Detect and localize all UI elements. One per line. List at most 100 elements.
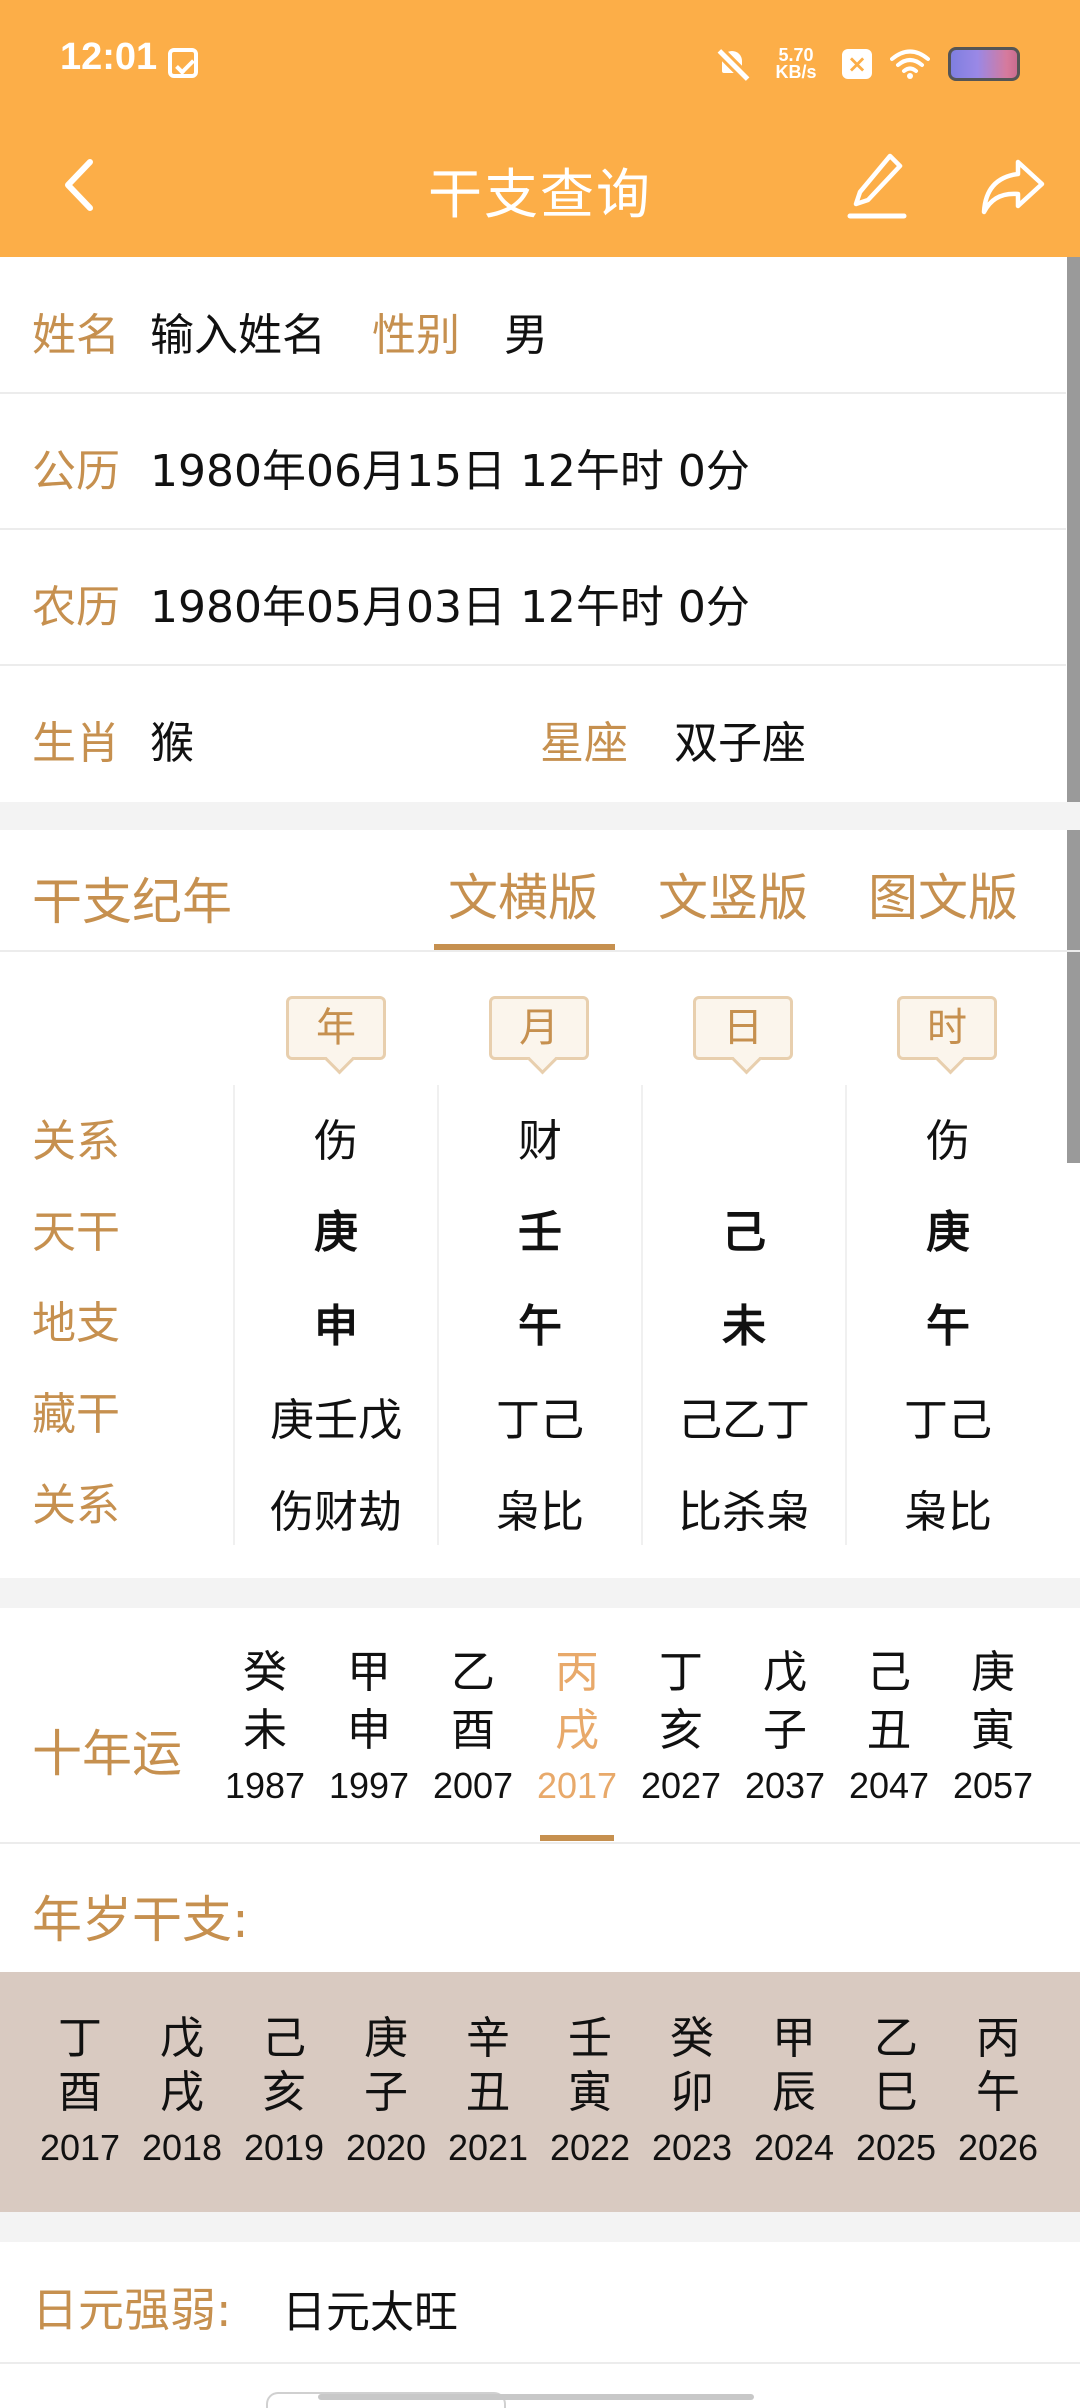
- decade-branch: 未: [243, 1705, 287, 1756]
- tab-graphic-text[interactable]: 图文版: [868, 858, 1018, 930]
- decade-item[interactable]: 庚 寅 2057: [943, 1644, 1043, 1812]
- cell-hour-hidden: 丁己: [904, 1395, 992, 1446]
- section-gap: [0, 2212, 1080, 2242]
- annual-item[interactable]: 乙 巳 2025: [846, 2012, 946, 2176]
- pillar-header-day: 日: [693, 996, 793, 1060]
- tab-horizontal-text[interactable]: 文横版: [448, 858, 598, 930]
- decade-branch: 酉: [451, 1705, 495, 1756]
- annual-year: 2026: [957, 2127, 1039, 2168]
- decade-branch: 丑: [867, 1705, 911, 1756]
- decade-stem: 庚: [971, 1647, 1015, 1698]
- cell-day-branch: 未: [722, 1301, 766, 1352]
- decade-branch: 寅: [971, 1705, 1015, 1756]
- annual-item[interactable]: 壬 寅 2022: [540, 2012, 640, 2176]
- decade-item[interactable]: 乙 酉 2007: [423, 1644, 523, 1812]
- gender-value[interactable]: 男: [504, 299, 548, 363]
- annual-branch: 卯: [670, 2067, 714, 2118]
- annual-branch: 寅: [568, 2067, 612, 2118]
- zodiac-label: 生肖: [32, 718, 120, 769]
- annual-year: 2022: [549, 2127, 631, 2168]
- annual-item[interactable]: 戊 戌 2018: [132, 2012, 232, 2176]
- annual-item[interactable]: 甲 辰 2024: [744, 2012, 844, 2176]
- cell-year-hidden-relation: 伤财劫: [270, 1487, 402, 1538]
- cell-day-hidden: 己乙丁: [678, 1395, 810, 1446]
- section-gap: [0, 802, 1080, 830]
- annual-stem: 癸: [670, 2013, 714, 2064]
- annual-stem: 丁: [58, 2013, 102, 2064]
- decade-item[interactable]: 戊 子 2037: [735, 1644, 835, 1812]
- annual-item[interactable]: 庚 子 2020: [336, 2012, 436, 2176]
- zodiac-row: 生肖 猴 星座 双子座: [0, 666, 1066, 802]
- annual-item[interactable]: 癸 卯 2023: [642, 2012, 742, 2176]
- pillar-header-year: 年: [286, 996, 386, 1060]
- cell-month-hidden-relation: 枭比: [496, 1487, 584, 1538]
- tab-divider: [0, 950, 1080, 952]
- annual-year: 2019: [243, 2127, 325, 2168]
- decade-stem: 戊: [763, 1647, 807, 1698]
- decade-stem: 癸: [243, 1647, 287, 1698]
- mute-icon: [716, 47, 750, 81]
- lunar-date-row[interactable]: 农历 1980年05月03日 12午时 0分: [0, 530, 1066, 666]
- solar-date-row[interactable]: 公历 1980年06月15日 12午时 0分: [0, 394, 1066, 530]
- annual-branch: 辰: [772, 2067, 816, 2118]
- bottom-divider: [0, 2362, 1080, 2364]
- annual-branch: 子: [364, 2067, 408, 2118]
- scrollbar[interactable]: [1067, 257, 1080, 1163]
- battery-icon: [948, 47, 1020, 81]
- nav-bar: 干支查询: [0, 130, 1080, 240]
- cell-year-relation: 伤: [314, 1116, 358, 1167]
- day-master-strength-value: 日元太旺: [282, 2287, 458, 2338]
- annual-item[interactable]: 辛 丑 2021: [438, 2012, 538, 2176]
- decade-year: 1987: [224, 1765, 306, 1806]
- cell-day-hidden-relation: 比杀枭: [678, 1487, 810, 1538]
- decade-year: 2047: [848, 1765, 930, 1806]
- lunar-date-value[interactable]: 1980年05月03日 12午时 0分: [150, 571, 750, 635]
- calendar-notification-icon: [168, 48, 198, 78]
- annual-year: 2021: [447, 2127, 529, 2168]
- decade-item[interactable]: 丁 亥 2027: [631, 1644, 731, 1812]
- name-row: 姓名 输入姓名 性别 男: [0, 258, 1066, 394]
- home-indicator[interactable]: [318, 2394, 754, 2400]
- annual-year: 2020: [345, 2127, 427, 2168]
- annual-item[interactable]: 己 亥 2019: [234, 2012, 334, 2176]
- solar-date-value[interactable]: 1980年06月15日 12午时 0分: [150, 435, 750, 499]
- name-input[interactable]: 输入姓名: [150, 299, 326, 363]
- decade-item-active[interactable]: 丙 戌 2017: [527, 1644, 627, 1812]
- annual-stem: 甲: [772, 2013, 816, 2064]
- cell-month-hidden: 丁己: [496, 1395, 584, 1446]
- day-master-strength-label: 日元强弱:: [32, 2283, 232, 2337]
- decade-year: 2017: [536, 1765, 618, 1806]
- row-label-hidden-relation: 关系: [32, 1480, 120, 1531]
- row-label-heavenly-stem: 天干: [32, 1207, 120, 1258]
- decade-branch: 戌: [555, 1705, 599, 1756]
- decade-luck-title: 十年运: [32, 1725, 182, 1783]
- annual-section-title: 年岁干支:: [32, 1891, 249, 1949]
- cell-year-hidden: 庚壬戊: [270, 1395, 402, 1446]
- share-icon[interactable]: [980, 156, 1046, 216]
- name-label: 姓名: [32, 310, 120, 361]
- cell-hour-hidden-relation: 枭比: [904, 1487, 992, 1538]
- cell-year-branch: 申: [314, 1301, 358, 1352]
- decade-item[interactable]: 甲 申 1997: [319, 1644, 419, 1812]
- pillar-header-hour: 时: [897, 996, 997, 1060]
- page-title: 干支查询: [428, 163, 652, 226]
- annual-item[interactable]: 丁 酉 2017: [30, 2012, 130, 2176]
- decade-item[interactable]: 癸 未 1987: [215, 1644, 315, 1812]
- ganzhi-section-title: 干支纪年: [32, 873, 232, 931]
- cell-month-relation: 财: [518, 1116, 562, 1167]
- cell-year-stem: 庚: [314, 1207, 358, 1258]
- cell-month-branch: 午: [518, 1301, 562, 1352]
- decade-stem: 丁: [659, 1647, 703, 1698]
- app-header: 12:01 5.70 KB/s × 干支查询: [0, 0, 1080, 257]
- solar-date-label: 公历: [32, 446, 120, 497]
- annual-item[interactable]: 丙 午 2026: [948, 2012, 1048, 2176]
- cell-hour-stem: 庚: [926, 1207, 970, 1258]
- decade-item[interactable]: 己 丑 2047: [839, 1644, 939, 1812]
- edit-pencil-icon[interactable]: [846, 150, 912, 222]
- decade-stem: 甲: [347, 1647, 391, 1698]
- cell-hour-relation: 伤: [926, 1116, 970, 1167]
- tab-vertical-text[interactable]: 文竖版: [658, 858, 808, 930]
- annual-stem: 己: [262, 2013, 306, 2064]
- zodiac-value: 猴: [150, 718, 194, 769]
- constellation-label: 星座: [540, 718, 628, 769]
